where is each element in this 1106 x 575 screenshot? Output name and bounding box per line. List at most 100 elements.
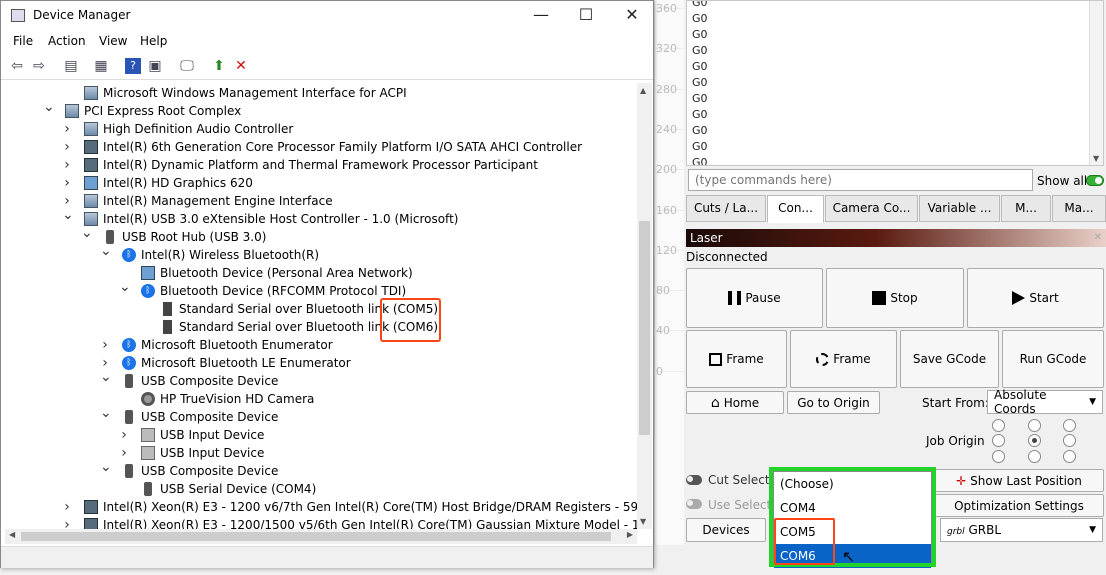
tab-move[interactable]: M... [1001,195,1051,222]
tree-item[interactable]: › Intel(R) Xeon(R) E3 - 1200/1500 v5/6th … [5,516,637,529]
chevron-right-icon[interactable]: › [100,336,110,354]
home-button[interactable]: ⌂ Home [686,391,784,414]
maximize-icon[interactable]: ☐ [571,5,601,27]
go-to-origin-button[interactable]: Go to Origin [787,391,880,414]
device-tree[interactable]: Microsoft Windows Management Interface f… [5,83,637,529]
pause-button[interactable]: Pause [686,268,823,328]
tree-item[interactable]: ⌄ ᛒ Bluetooth Device (RFCOMM Protocol TDI) [5,279,635,300]
scroll-up-icon[interactable]: ▲ [640,86,646,95]
job-origin-bottom-right[interactable] [1063,450,1076,463]
scroll-left-icon[interactable]: ◀ [9,530,15,539]
tree-item[interactable]: › Intel(R) Dynamic Platform and Thermal F… [5,156,635,174]
show-last-position-button[interactable]: ✛ Show Last Position [934,469,1104,492]
frame-circle-button[interactable]: Frame [790,330,897,388]
use-selection-toggle[interactable] [686,499,702,509]
tree-item[interactable]: › Intel(R) HD Graphics 620 [5,174,635,192]
job-origin-top-right[interactable] [1063,419,1076,432]
tree-item[interactable]: › Intel(R) Xeon(R) E3 - 1200 v6/7th Gen I… [5,498,637,516]
tree-item[interactable]: › Intel(R) 6th Generation Core Processor … [5,138,635,156]
start-from-select[interactable]: Absolute Coords ▼ [987,388,1103,416]
scroll-down-icon[interactable]: ▼ [1093,154,1099,163]
menu-action[interactable]: Action [48,34,86,48]
menu-view[interactable]: View [99,34,127,48]
tab-camera-control[interactable]: Camera Co... [825,195,918,222]
chevron-right-icon[interactable]: › [119,426,129,444]
tree-item[interactable]: ⌄ ᛒ Intel(R) Wireless Bluetooth(R) [5,243,635,264]
job-origin-bottom-left[interactable] [992,450,1005,463]
cut-selected-toggle[interactable] [686,475,702,485]
run-gcode-button[interactable]: Run GCode [1002,330,1104,388]
optimization-settings-button[interactable]: Optimization Settings [934,494,1104,517]
show-all-toggle[interactable] [1086,175,1104,186]
start-button[interactable]: Start [967,268,1104,328]
forward-icon[interactable]: ⇨ [31,58,47,74]
chevron-down-icon[interactable]: ⌄ [62,206,74,224]
save-gcode-button[interactable]: Save GCode [900,330,999,388]
job-origin-middle-right[interactable] [1063,434,1076,447]
tab-material[interactable]: Ma... [1052,195,1106,222]
tab-console[interactable]: Con... [767,195,824,223]
view-icon[interactable]: ▣ [147,58,163,74]
devices-button[interactable]: Devices [686,518,766,542]
job-origin-top-left[interactable] [992,419,1005,432]
chevron-right-icon[interactable]: › [62,174,72,192]
chevron-down-icon[interactable]: ⌄ [100,458,112,476]
tree-item[interactable]: ⌄ Intel(R) USB 3.0 eXtensible Host Contro… [5,207,635,228]
update-driver-icon[interactable]: ⬆ [211,58,227,74]
scroll-thumb[interactable] [21,532,611,541]
menu-file[interactable]: File [13,34,33,48]
tree-item[interactable]: › Intel(R) Management Engine Interface [5,192,635,210]
chevron-right-icon[interactable]: › [62,516,72,529]
chevron-down-icon[interactable]: ⌄ [100,242,112,260]
tree-item[interactable]: ⌄ USB Composite Device [5,459,635,480]
stop-button[interactable]: Stop [826,268,964,328]
chevron-down-icon[interactable]: ⌄ [119,278,131,296]
horizontal-scrollbar[interactable]: ◀ ▶ [5,529,637,544]
vertical-scrollbar[interactable]: ▲ ▼ [637,83,652,529]
scroll-right-icon[interactable]: ▶ [627,530,633,539]
scan-hardware-icon[interactable]: 🖵 [179,58,195,74]
job-origin-bottom-center[interactable] [1028,450,1041,463]
chevron-down-icon[interactable]: ⌄ [81,224,93,242]
properties-icon[interactable]: ▤ [63,58,79,74]
tree-item[interactable]: ⌄ USB Composite Device [5,405,635,426]
back-icon[interactable]: ⇦ [9,58,25,74]
chevron-right-icon[interactable]: › [62,120,72,138]
chevron-down-icon[interactable]: ⌄ [100,404,112,422]
tree-item[interactable]: USB Serial Device (COM4) [5,480,635,498]
frame-rect-button[interactable]: Frame [686,330,787,388]
close-panel-icon[interactable]: ✕ [1094,229,1102,247]
chevron-right-icon[interactable]: › [62,498,72,516]
command-input[interactable] [688,169,1033,191]
menu-help[interactable]: Help [140,34,167,48]
tab-variable-text[interactable]: Variable ... [919,195,1000,222]
tree-item[interactable]: ⌄ USB Composite Device [5,369,635,390]
tree-item[interactable]: › ᛒ Microsoft Bluetooth Enumerator [5,336,635,354]
job-origin-top-center[interactable] [1028,419,1041,432]
scroll-thumb[interactable] [639,221,650,435]
minimize-icon[interactable]: — [526,5,556,27]
tab-cuts-layers[interactable]: Cuts / La... [686,195,766,222]
chevron-down-icon[interactable]: ⌄ [43,98,55,116]
device-select[interactable]: grbl GRBL ▼ [940,518,1103,542]
tree-item[interactable]: ⌄ PCI Express Root Complex [5,99,635,120]
tree-item[interactable]: Microsoft Windows Management Interface f… [5,84,635,102]
tree-item[interactable]: Standard Serial over Bluetooth link (COM… [5,300,635,318]
console-scrollbar[interactable]: ▼ [1089,1,1103,165]
scroll-down-icon[interactable]: ▼ [640,517,646,526]
show-last-position-label: Show Last Position [970,473,1082,488]
uninstall-icon[interactable]: ✕ [233,58,249,74]
chevron-right-icon[interactable]: › [62,156,72,174]
chevron-down-icon[interactable]: ⌄ [100,368,112,386]
tree-item[interactable]: Standard Serial over Bluetooth link (COM… [5,318,635,336]
list-icon[interactable]: ▦ [93,58,109,74]
tree-item[interactable]: Bluetooth Device (Personal Area Network) [5,264,635,282]
job-origin-middle-left[interactable] [992,434,1005,447]
job-origin-center[interactable] [1028,434,1041,447]
help-icon[interactable]: ? [125,58,141,74]
close-icon[interactable]: ✕ [617,5,647,27]
tree-item[interactable]: › USB Input Device [5,426,635,444]
tree-item[interactable]: › High Definition Audio Controller [5,120,635,138]
chevron-right-icon[interactable]: › [62,138,72,156]
chevron-right-icon[interactable]: › [119,444,129,462]
